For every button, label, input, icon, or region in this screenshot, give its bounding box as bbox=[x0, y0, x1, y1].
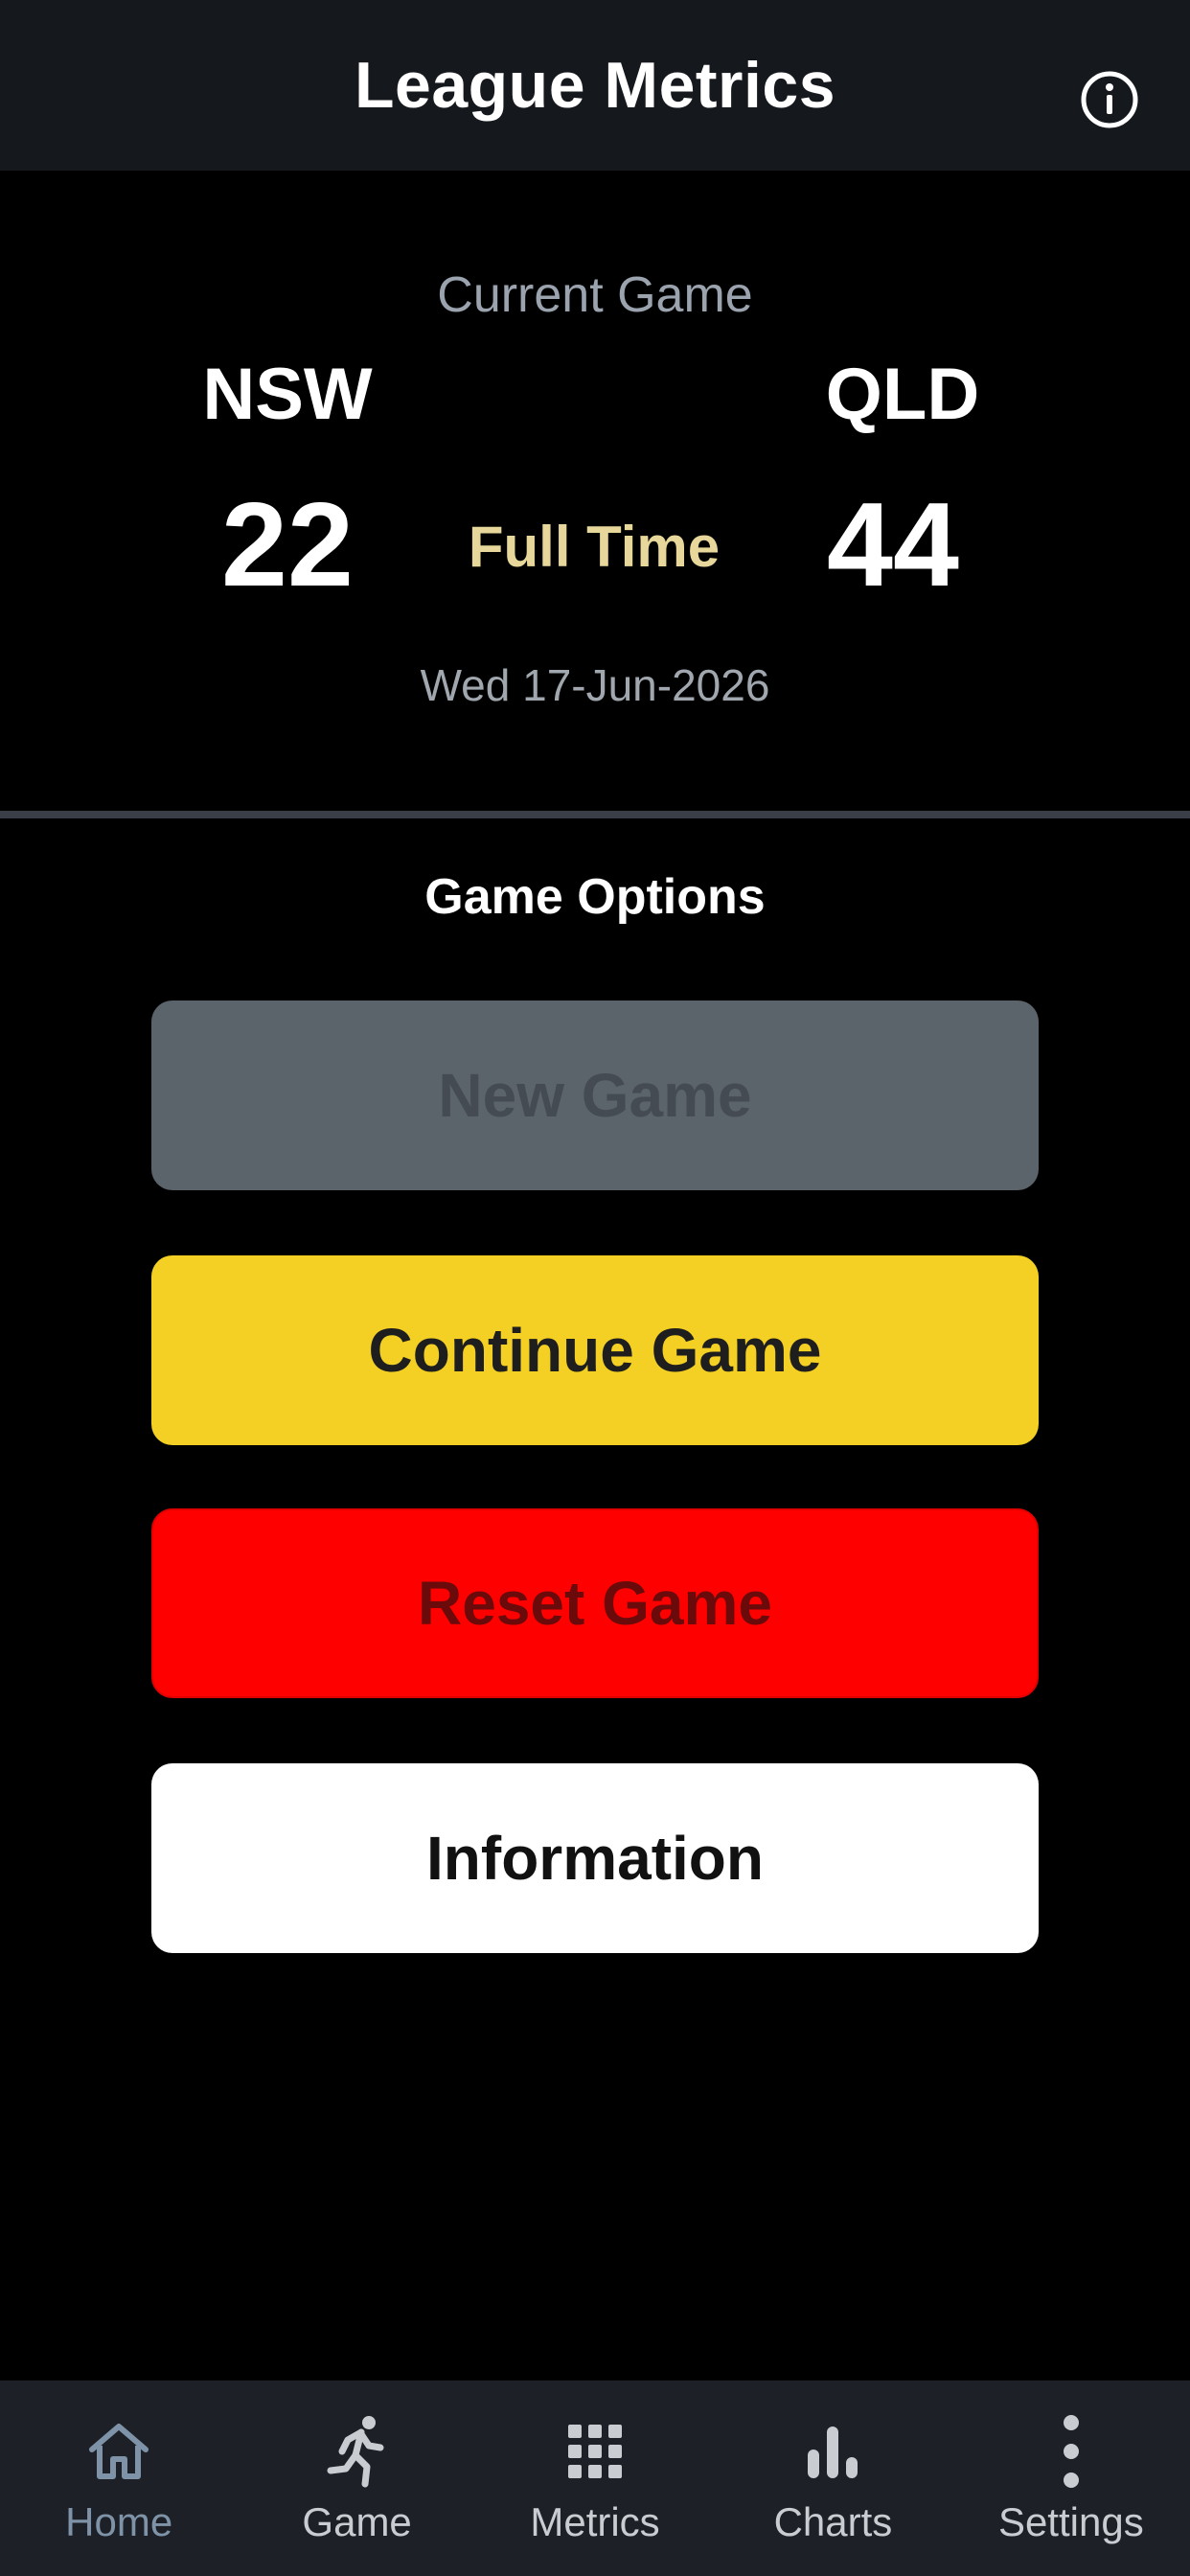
section-divider bbox=[0, 811, 1190, 818]
home-score: 22 bbox=[221, 479, 354, 611]
reset-game-button[interactable]: Reset Game bbox=[151, 1508, 1039, 1698]
nav-game-label: Game bbox=[302, 2499, 412, 2544]
information-button[interactable]: Information bbox=[151, 1763, 1039, 1953]
nav-settings[interactable]: Settings bbox=[952, 2380, 1190, 2576]
page-title: League Metrics bbox=[354, 49, 836, 122]
bottom-navigation: Home Game Metrics Charts Settings bbox=[0, 2380, 1190, 2576]
nav-charts-label: Charts bbox=[773, 2499, 893, 2544]
info-button[interactable] bbox=[1079, 69, 1140, 130]
grid-icon bbox=[568, 2425, 623, 2478]
game-date: Wed 17-Jun-2026 bbox=[420, 660, 770, 710]
scoreboard: Current Game NSW QLD 22 Full Time 44 Wed… bbox=[0, 171, 1190, 813]
current-game-label: Current Game bbox=[437, 267, 753, 323]
continue-game-button[interactable]: Continue Game bbox=[151, 1255, 1039, 1445]
new-game-button[interactable]: New Game bbox=[151, 1000, 1039, 1190]
app-root: League Metrics Current Game NSW QLD 22 F… bbox=[0, 0, 1190, 2576]
nav-home[interactable]: Home bbox=[0, 2380, 238, 2576]
info-icon bbox=[1081, 71, 1138, 128]
away-score: 44 bbox=[827, 479, 959, 611]
home-icon bbox=[89, 2424, 149, 2479]
away-team-name: QLD bbox=[825, 354, 980, 435]
home-team-name: NSW bbox=[202, 354, 373, 435]
bar-chart-icon bbox=[808, 2426, 858, 2478]
nav-charts[interactable]: Charts bbox=[714, 2380, 951, 2576]
runner-icon bbox=[327, 2416, 384, 2488]
more-vertical-icon bbox=[1063, 2415, 1079, 2488]
app-header: League Metrics bbox=[0, 0, 1190, 171]
nav-metrics[interactable]: Metrics bbox=[476, 2380, 714, 2576]
nav-home-label: Home bbox=[65, 2499, 173, 2544]
game-options-title: Game Options bbox=[424, 869, 766, 925]
game-status: Full Time bbox=[468, 515, 721, 579]
nav-settings-label: Settings bbox=[997, 2499, 1144, 2544]
nav-metrics-label: Metrics bbox=[530, 2499, 660, 2544]
nav-game[interactable]: Game bbox=[238, 2380, 475, 2576]
